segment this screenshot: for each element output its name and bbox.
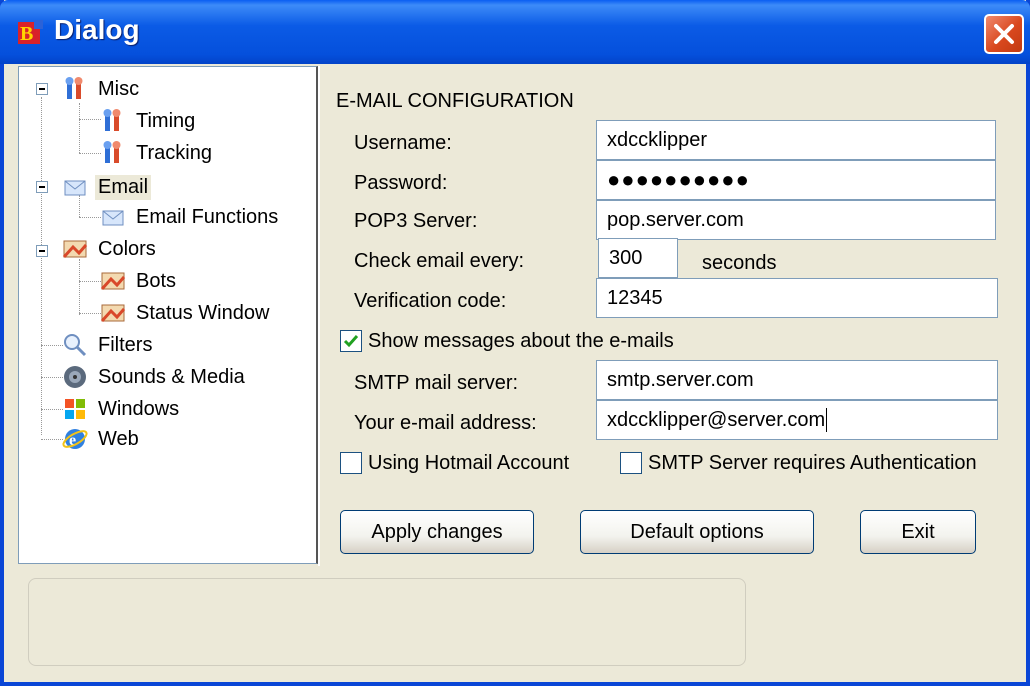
palette-icon bbox=[62, 240, 88, 259]
tree-item-windows[interactable]: Windows bbox=[61, 393, 182, 425]
checkmark-icon bbox=[343, 335, 359, 348]
tree-item-web[interactable]: e Web bbox=[61, 423, 142, 455]
tree-item-status-window[interactable]: Status Window bbox=[99, 297, 272, 329]
tree-item-bots[interactable]: Bots bbox=[99, 265, 179, 297]
show-messages-label[interactable]: Show messages about the e-mails bbox=[368, 330, 674, 353]
smtp-server-field[interactable]: smtp.server.com bbox=[596, 360, 998, 400]
tools-icon bbox=[103, 109, 121, 131]
verification-code-label: Verification code: bbox=[354, 290, 507, 312]
default-options-button[interactable]: Default options bbox=[580, 510, 814, 554]
username-label: Username: bbox=[354, 132, 452, 154]
close-icon bbox=[994, 24, 1014, 44]
speaker-icon bbox=[64, 366, 86, 388]
app-icon: B bbox=[18, 20, 43, 45]
check-interval-label: Check email every: bbox=[354, 250, 525, 272]
close-button[interactable] bbox=[984, 14, 1024, 54]
password-label: Password: bbox=[354, 172, 448, 194]
envelope-icon bbox=[102, 210, 124, 226]
verification-code-field[interactable]: 12345 bbox=[596, 278, 998, 318]
palette-icon bbox=[100, 272, 126, 291]
hotmail-label[interactable]: Using Hotmail Account bbox=[368, 452, 569, 475]
tree-item-sounds-media[interactable]: Sounds & Media bbox=[61, 361, 248, 393]
password-field[interactable]: ●●●●●●●●●● bbox=[596, 160, 996, 200]
status-panel bbox=[28, 578, 746, 666]
check-interval-field[interactable]: 300 bbox=[598, 238, 678, 278]
expand-misc-toggle[interactable] bbox=[36, 83, 48, 95]
envelope-icon bbox=[64, 180, 86, 196]
smtp-auth-label[interactable]: SMTP Server requires Authentication bbox=[648, 452, 977, 475]
seconds-label: seconds bbox=[702, 252, 777, 274]
hotmail-checkbox[interactable] bbox=[340, 452, 362, 474]
text-cursor bbox=[826, 408, 828, 432]
show-messages-checkbox[interactable] bbox=[340, 330, 362, 352]
panel-separator bbox=[318, 66, 320, 566]
magnifier-icon bbox=[64, 334, 87, 357]
tree-item-email[interactable]: Email bbox=[61, 171, 152, 203]
email-address-field[interactable]: xdccklipper@server.com bbox=[596, 400, 998, 440]
section-title: E-MAIL CONFIGURATION bbox=[336, 90, 574, 112]
expand-colors-toggle[interactable] bbox=[36, 245, 48, 257]
internet-explorer-icon: e bbox=[62, 429, 88, 449]
tools-icon bbox=[103, 141, 121, 163]
email-address-label: Your e-mail address: bbox=[354, 412, 537, 434]
tree-item-colors[interactable]: Colors bbox=[61, 233, 159, 265]
tree-item-timing[interactable]: Timing bbox=[99, 105, 198, 137]
windows-logo-icon bbox=[65, 399, 85, 419]
tools-icon bbox=[65, 77, 83, 99]
pop3-server-label: POP3 Server: bbox=[354, 210, 478, 232]
tree-item-misc[interactable]: Misc bbox=[61, 73, 142, 105]
username-field[interactable]: xdcck​lipper bbox=[596, 120, 996, 160]
svg-text:B: B bbox=[20, 23, 33, 45]
tree-item-filters[interactable]: Filters bbox=[61, 329, 155, 361]
dialog-window: B Dialog Misc Timing Tracking Email Emai… bbox=[0, 0, 1030, 686]
window-title: Dialog bbox=[54, 14, 140, 45]
smtp-auth-checkbox[interactable] bbox=[620, 452, 642, 474]
tree-item-tracking[interactable]: Tracking bbox=[99, 137, 215, 169]
title-bar[interactable]: B Dialog bbox=[0, 0, 1030, 64]
expand-email-toggle[interactable] bbox=[36, 181, 48, 193]
settings-tree[interactable]: Misc Timing Tracking Email Email Functio… bbox=[18, 66, 318, 564]
palette-icon bbox=[100, 304, 126, 323]
email-address-value: xdccklipper@server.com bbox=[607, 408, 826, 431]
pop3-server-field[interactable]: pop.server.com bbox=[596, 200, 996, 240]
tree-item-email-functions[interactable]: Email Functions bbox=[99, 201, 281, 233]
smtp-server-label: SMTP mail server: bbox=[354, 372, 519, 394]
apply-changes-button[interactable]: Apply changes bbox=[340, 510, 534, 554]
exit-button[interactable]: Exit bbox=[860, 510, 976, 554]
